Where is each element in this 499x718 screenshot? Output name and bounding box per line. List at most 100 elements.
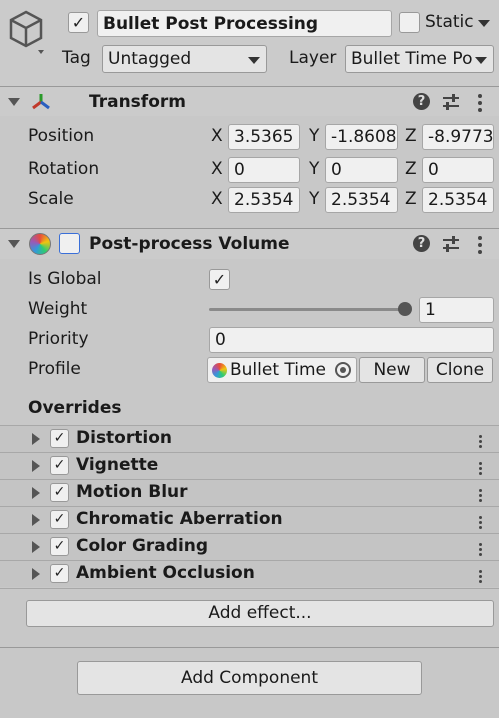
override-row[interactable]: ✓ Color Grading: [0, 533, 499, 560]
add-effect-button[interactable]: Add effect...: [26, 600, 494, 627]
override-enabled-checkbox[interactable]: ✓: [50, 564, 69, 583]
override-enabled-checkbox[interactable]: ✓: [50, 483, 69, 502]
kebab-menu-icon[interactable]: [479, 543, 483, 559]
foldout-arrow-icon[interactable]: [8, 240, 20, 248]
override-enabled-checkbox[interactable]: ✓: [50, 537, 69, 556]
override-name: Ambient Occlusion: [76, 563, 255, 583]
rotation-y-label[interactable]: Y: [309, 159, 319, 179]
scale-x-label[interactable]: X: [211, 189, 223, 209]
kebab-menu-icon[interactable]: [479, 570, 483, 586]
layer-value: Bullet Time Po: [351, 49, 473, 69]
overrides-bottom-divider: [0, 588, 499, 589]
color-wheel-icon: [212, 363, 227, 378]
add-component-button[interactable]: Add Component: [77, 661, 422, 695]
scale-y-label[interactable]: Y: [309, 189, 319, 209]
rotation-z-field[interactable]: 0: [422, 157, 494, 183]
cube-icon[interactable]: [8, 10, 48, 54]
rotation-x-label[interactable]: X: [211, 159, 223, 179]
foldout-arrow-icon[interactable]: [32, 514, 40, 526]
position-z-label[interactable]: Z: [405, 126, 417, 146]
overrides-heading: Overrides: [28, 398, 122, 418]
volume-title: Post-process Volume: [89, 234, 290, 254]
clone-profile-button[interactable]: Clone: [427, 357, 493, 383]
weight-label: Weight: [28, 299, 88, 319]
foldout-arrow-icon[interactable]: [32, 487, 40, 499]
override-name: Distortion: [76, 428, 172, 448]
rotation-z-label[interactable]: Z: [405, 159, 417, 179]
tag-value: Untagged: [108, 49, 192, 69]
volume-header[interactable]: Post-process Volume ?: [0, 228, 499, 259]
profile-value: Bullet Time: [230, 360, 327, 380]
static-checkbox[interactable]: [399, 12, 420, 33]
kebab-menu-icon[interactable]: [479, 489, 483, 505]
sliders-icon[interactable]: [442, 235, 460, 253]
weight-slider-track[interactable]: [209, 308, 405, 311]
rotation-y-field[interactable]: 0: [325, 157, 398, 183]
foldout-arrow-icon[interactable]: [32, 460, 40, 472]
foldout-arrow-icon[interactable]: [32, 541, 40, 553]
scale-y-field[interactable]: 2.5354: [325, 187, 398, 213]
chevron-down-icon: [475, 57, 487, 64]
weight-field[interactable]: 1: [419, 297, 494, 323]
static-dropdown-arrow[interactable]: [478, 20, 490, 27]
transform-axes-icon: [32, 94, 50, 110]
sliders-icon[interactable]: [442, 93, 460, 111]
override-enabled-checkbox[interactable]: ✓: [50, 510, 69, 529]
volume-enabled-checkbox[interactable]: [59, 233, 80, 254]
chevron-down-icon: [248, 57, 260, 64]
scale-z-field[interactable]: 2.5354: [422, 187, 494, 213]
rotation-x-field[interactable]: 0: [228, 157, 300, 183]
layer-label: Layer: [289, 48, 337, 68]
help-icon[interactable]: ?: [413, 235, 430, 252]
foldout-arrow-icon[interactable]: [32, 433, 40, 445]
kebab-menu-icon[interactable]: [478, 94, 482, 115]
component-divider: [0, 647, 499, 648]
override-enabled-checkbox[interactable]: ✓: [50, 429, 69, 448]
override-name: Vignette: [76, 455, 159, 475]
profile-label: Profile: [28, 359, 81, 379]
override-name: Color Grading: [76, 536, 209, 556]
override-row[interactable]: ✓ Ambient Occlusion: [0, 560, 499, 587]
position-y-field[interactable]: -1.8608: [325, 124, 398, 150]
kebab-menu-icon[interactable]: [478, 236, 482, 257]
scale-label: Scale: [28, 189, 74, 209]
is-global-checkbox[interactable]: ✓: [209, 269, 230, 290]
weight-slider-thumb[interactable]: [398, 302, 412, 316]
foldout-arrow-icon[interactable]: [32, 568, 40, 580]
gameobject-active-checkbox[interactable]: ✓: [68, 12, 89, 33]
override-name: Motion Blur: [76, 482, 188, 502]
scale-z-label[interactable]: Z: [405, 189, 417, 209]
foldout-arrow-icon[interactable]: [8, 98, 20, 106]
priority-field[interactable]: 0: [209, 327, 494, 353]
override-name: Chromatic Aberration: [76, 509, 283, 529]
color-wheel-icon: [29, 233, 51, 255]
override-enabled-checkbox[interactable]: ✓: [50, 456, 69, 475]
rotation-label: Rotation: [28, 159, 100, 179]
help-icon[interactable]: ?: [413, 93, 430, 110]
override-row[interactable]: ✓ Motion Blur: [0, 479, 499, 506]
position-x-label[interactable]: X: [211, 126, 223, 146]
override-row[interactable]: ✓ Vignette: [0, 452, 499, 479]
transform-title: Transform: [89, 92, 186, 112]
kebab-menu-icon[interactable]: [479, 435, 483, 451]
priority-label: Priority: [28, 329, 89, 349]
kebab-menu-icon[interactable]: [479, 516, 483, 532]
object-picker-icon[interactable]: [335, 362, 351, 378]
override-row[interactable]: ✓ Distortion: [0, 425, 499, 452]
position-y-label[interactable]: Y: [309, 126, 319, 146]
scale-x-field[interactable]: 2.5354: [228, 187, 300, 213]
position-x-field[interactable]: 3.5365: [228, 124, 300, 150]
layer-dropdown[interactable]: Bullet Time Po: [345, 45, 494, 73]
position-label: Position: [28, 126, 95, 146]
override-row[interactable]: ✓ Chromatic Aberration: [0, 506, 499, 533]
tag-dropdown[interactable]: Untagged: [102, 45, 267, 73]
kebab-menu-icon[interactable]: [479, 462, 483, 478]
tag-label: Tag: [62, 48, 91, 68]
transform-header[interactable]: Transform ?: [0, 86, 499, 116]
new-profile-button[interactable]: New: [359, 357, 425, 383]
static-label: Static: [425, 12, 474, 32]
gameobject-name-field[interactable]: Bullet Post Processing: [97, 10, 392, 37]
gameobject-header: ✓ Bullet Post Processing Static Tag Unta…: [0, 0, 499, 86]
position-z-field[interactable]: -8.9773: [422, 124, 494, 150]
is-global-label: Is Global: [28, 269, 102, 289]
